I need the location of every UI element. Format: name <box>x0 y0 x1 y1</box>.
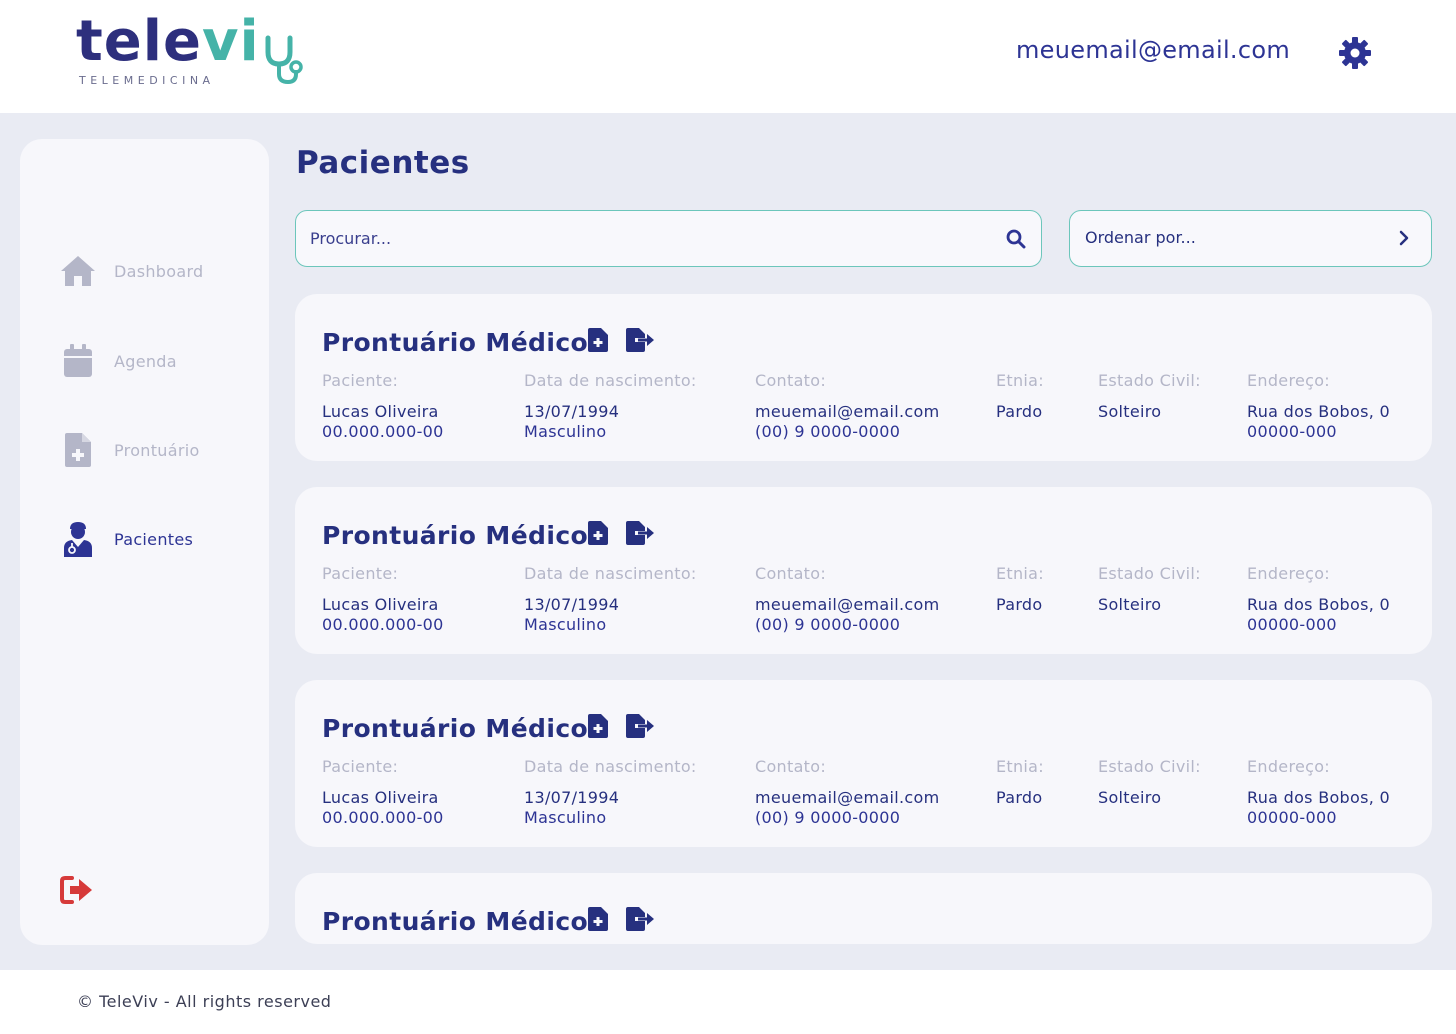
patient-etnia: Pardo <box>996 595 1043 614</box>
patient-name: Lucas Oliveira <box>322 788 439 807</box>
sidebar-item-agenda[interactable]: Agenda <box>58 341 258 381</box>
sidebar: Dashboard Agenda Prontuário Pacientes <box>20 139 269 945</box>
patient-estado-civil: Solteiro <box>1098 402 1162 421</box>
sidebar-item-label: Prontuário <box>114 440 200 460</box>
patient-email: meuemail@email.com <box>755 595 940 614</box>
label-endereco: Endereço: <box>1247 371 1330 390</box>
calendar-icon <box>58 341 98 381</box>
search-box <box>295 210 1042 267</box>
label-contato: Contato: <box>755 371 827 390</box>
label-etnia: Etnia: <box>996 757 1044 776</box>
label-endereco: Endereço: <box>1247 564 1330 583</box>
patient-gender: Masculino <box>524 615 607 634</box>
patient-cep: 00000-000 <box>1247 422 1337 441</box>
label-estado-civil: Estado Civil: <box>1098 371 1201 390</box>
label-estado-civil: Estado Civil: <box>1098 757 1201 776</box>
file-medical-icon[interactable] <box>588 907 608 931</box>
patient-birth: 13/07/1994 <box>524 402 620 421</box>
sidebar-item-dashboard[interactable]: Dashboard <box>58 251 258 291</box>
file-medical-icon <box>58 430 98 470</box>
patient-gender: Masculino <box>524 422 607 441</box>
patient-phone: (00) 9 0000-0000 <box>755 808 901 827</box>
brand-logo[interactable]: televi TELEMEDICINA <box>76 10 306 92</box>
patient-gender: Masculino <box>524 808 607 827</box>
patient-cpf: 00.000.000-00 <box>322 422 444 441</box>
label-paciente: Paciente: <box>322 564 399 583</box>
patient-birth: 13/07/1994 <box>524 788 620 807</box>
patient-email: meuemail@email.com <box>755 402 940 421</box>
patient-address: Rua dos Bobos, 0 <box>1247 595 1390 614</box>
card-title: Prontuário Médico <box>322 328 589 357</box>
card-title: Prontuário Médico <box>322 521 589 550</box>
label-contato: Contato: <box>755 757 827 776</box>
chevron-right-icon <box>1399 230 1409 246</box>
patient-card[interactable]: Prontuário Médico Paciente: Data de nasc… <box>295 680 1432 847</box>
label-etnia: Etnia: <box>996 371 1044 390</box>
patient-email: meuemail@email.com <box>755 788 940 807</box>
file-medical-icon[interactable] <box>588 714 608 738</box>
patient-address: Rua dos Bobos, 0 <box>1247 402 1390 421</box>
patient-card[interactable]: Prontuário Médico Paciente: Data de nasc… <box>295 294 1432 461</box>
top-header: televi TELEMEDICINA meuemail@email.com <box>0 0 1456 113</box>
sidebar-item-label: Pacientes <box>114 529 194 549</box>
home-icon <box>58 251 98 291</box>
logo-subtitle: TELEMEDICINA <box>79 74 215 87</box>
patient-birth: 13/07/1994 <box>524 595 620 614</box>
file-medical-icon[interactable] <box>588 328 608 352</box>
label-paciente: Paciente: <box>322 757 399 776</box>
label-nascimento: Data de nascimento: <box>524 564 697 583</box>
search-icon[interactable] <box>1006 229 1026 249</box>
label-endereco: Endereço: <box>1247 757 1330 776</box>
patient-etnia: Pardo <box>996 788 1043 807</box>
gear-icon[interactable] <box>1338 36 1372 70</box>
file-export-icon[interactable] <box>626 328 654 352</box>
patient-phone: (00) 9 0000-0000 <box>755 615 901 634</box>
sidebar-item-label: Dashboard <box>114 261 204 281</box>
file-export-icon[interactable] <box>626 907 654 931</box>
patient-estado-civil: Solteiro <box>1098 788 1162 807</box>
label-nascimento: Data de nascimento: <box>524 371 697 390</box>
card-title: Prontuário Médico <box>322 907 589 936</box>
sidebar-item-prontuario[interactable]: Prontuário <box>58 430 258 470</box>
patient-cep: 00000-000 <box>1247 615 1337 634</box>
patient-cpf: 00.000.000-00 <box>322 615 444 634</box>
stethoscope-icon <box>265 35 303 85</box>
label-paciente: Paciente: <box>322 371 399 390</box>
sort-label: Ordenar por... <box>1085 228 1196 247</box>
file-medical-icon[interactable] <box>588 521 608 545</box>
search-input[interactable] <box>310 211 990 265</box>
patient-name: Lucas Oliveira <box>322 402 439 421</box>
label-etnia: Etnia: <box>996 564 1044 583</box>
page-title: Pacientes <box>296 145 470 181</box>
label-nascimento: Data de nascimento: <box>524 757 697 776</box>
file-export-icon[interactable] <box>626 714 654 738</box>
patient-etnia: Pardo <box>996 402 1043 421</box>
logo-wordmark: televi <box>76 9 260 74</box>
card-title: Prontuário Médico <box>322 714 589 743</box>
patient-name: Lucas Oliveira <box>322 595 439 614</box>
doctor-icon <box>58 519 98 559</box>
sidebar-item-label: Agenda <box>114 351 177 371</box>
patient-cep: 00000-000 <box>1247 808 1337 827</box>
patient-address: Rua dos Bobos, 0 <box>1247 788 1390 807</box>
patient-cpf: 00.000.000-00 <box>322 808 444 827</box>
copyright-text: © TeleViv - All rights reserved <box>77 992 332 1011</box>
patient-phone: (00) 9 0000-0000 <box>755 422 901 441</box>
patient-card[interactable]: Prontuário Médico Paciente: Data de nasc… <box>295 487 1432 654</box>
patient-estado-civil: Solteiro <box>1098 595 1162 614</box>
footer: © TeleViv - All rights reserved <box>0 970 1456 1034</box>
label-estado-civil: Estado Civil: <box>1098 564 1201 583</box>
logout-icon[interactable] <box>60 875 94 905</box>
file-export-icon[interactable] <box>626 521 654 545</box>
patient-card[interactable]: Prontuário Médico <box>295 873 1432 944</box>
user-email[interactable]: meuemail@email.com <box>1016 36 1290 64</box>
sort-dropdown[interactable]: Ordenar por... <box>1069 210 1432 267</box>
sidebar-item-pacientes[interactable]: Pacientes <box>58 519 258 559</box>
label-contato: Contato: <box>755 564 827 583</box>
